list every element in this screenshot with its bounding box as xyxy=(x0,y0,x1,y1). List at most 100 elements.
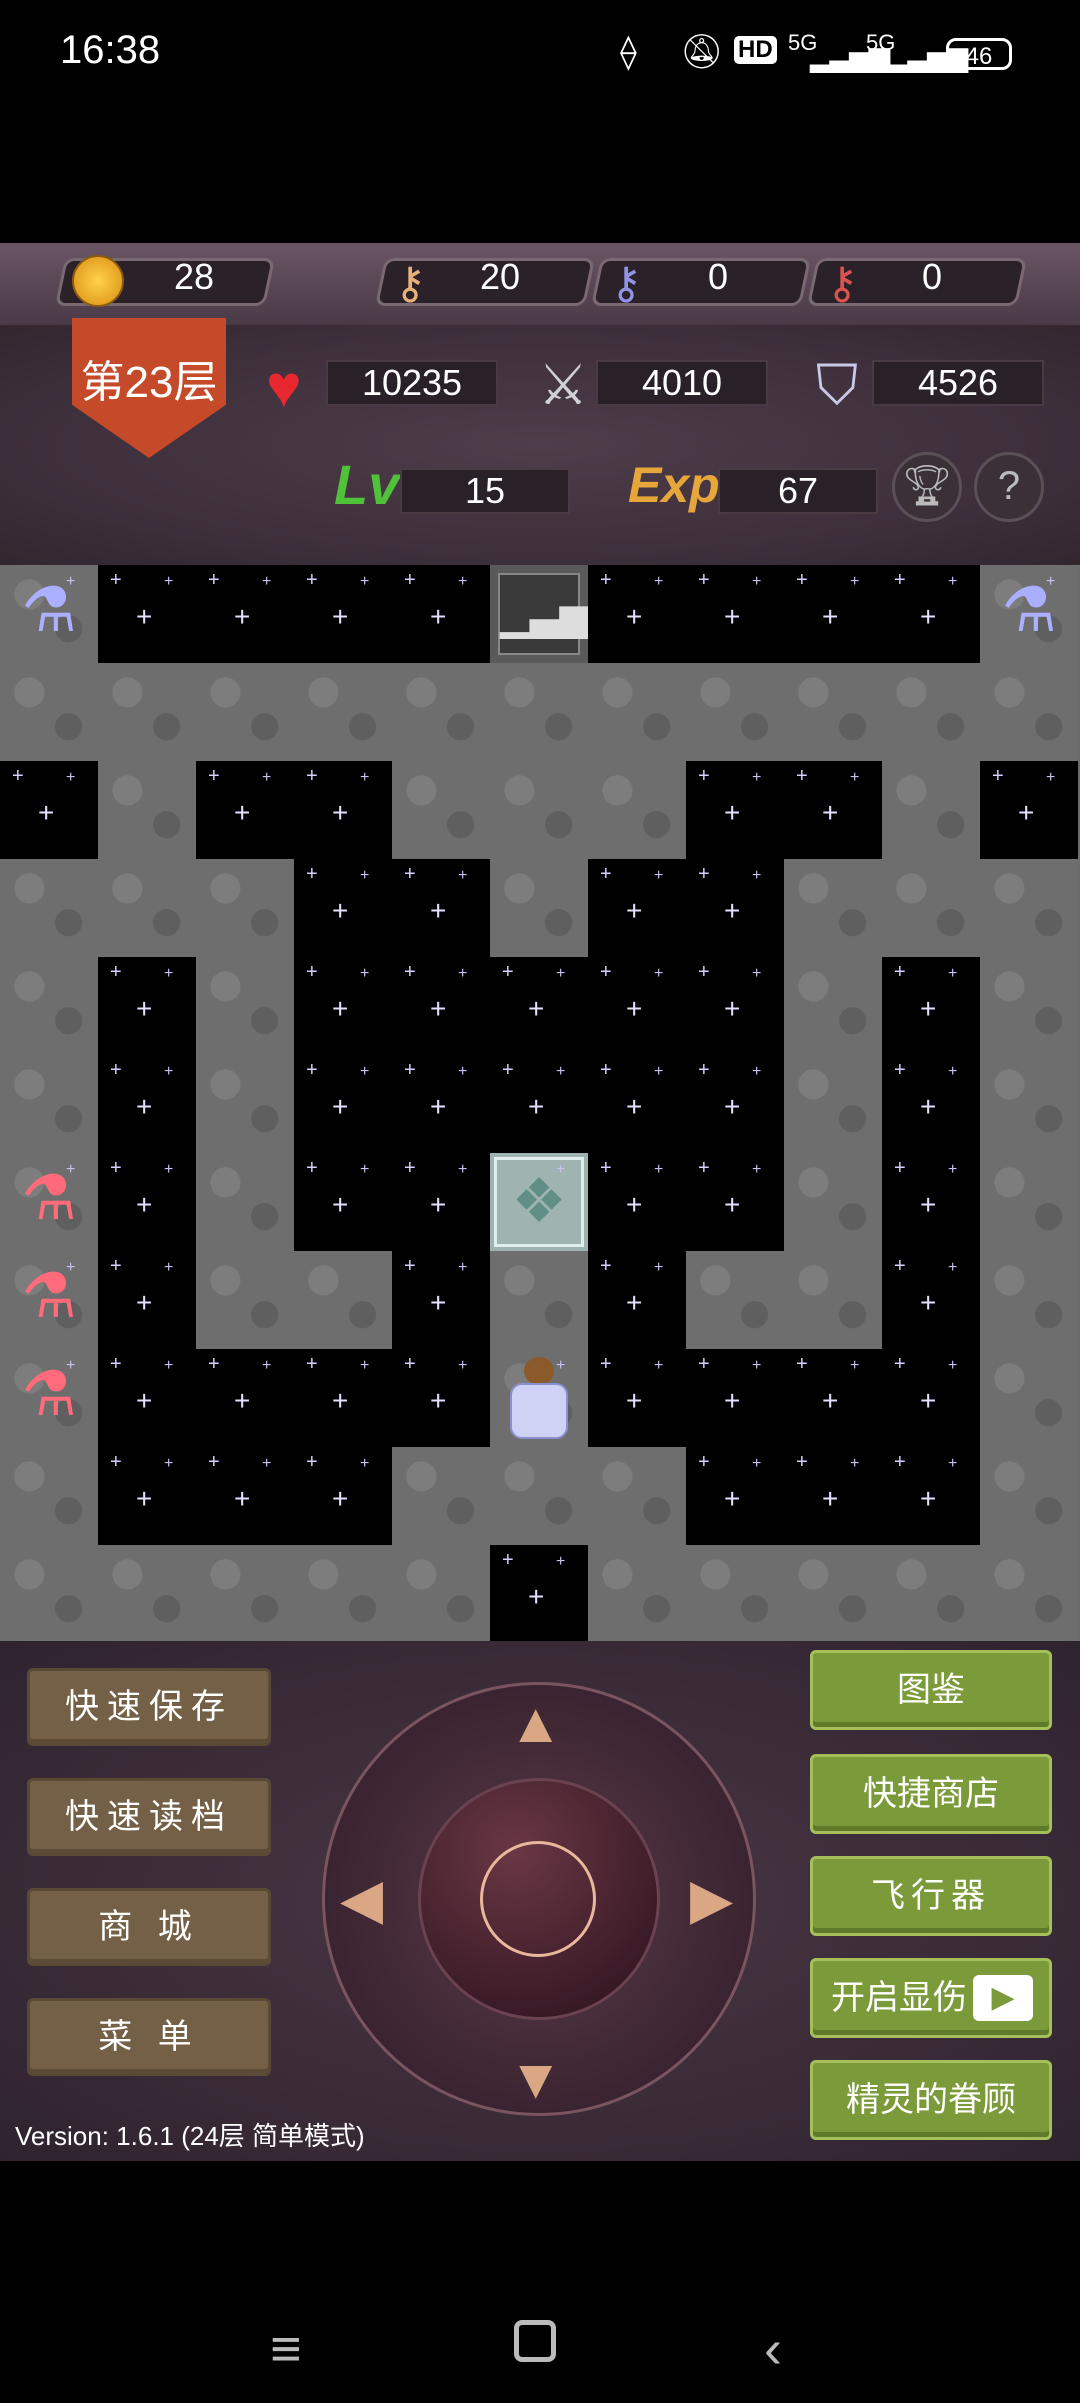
star-icon: + xyxy=(752,573,762,590)
star-icon: + xyxy=(360,867,370,884)
starry-space-tile: + xyxy=(686,1447,784,1545)
level-label: Lv xyxy=(334,453,400,516)
starry-space-tile: + xyxy=(294,859,392,957)
monster-book-button[interactable]: 图鉴 xyxy=(810,1650,1052,1730)
star-icon: + xyxy=(164,573,174,590)
up-arrow-icon[interactable]: ▲ xyxy=(508,1690,563,1755)
star-icon: + xyxy=(556,1553,566,1570)
starry-space-tile: + xyxy=(294,1447,392,1545)
hd-badge: HD xyxy=(734,36,777,64)
right-arrow-icon[interactable]: ▶ xyxy=(690,1866,733,1932)
starry-space-tile: + xyxy=(588,859,686,957)
stone-wall-tile xyxy=(98,663,196,761)
left-arrow-icon[interactable]: ◀ xyxy=(340,1866,383,1932)
starry-space-tile: + xyxy=(784,1349,882,1447)
trophy-button[interactable]: 🏆︎ xyxy=(892,452,962,522)
direction-pad-ring xyxy=(480,1841,596,1957)
stone-wall-tile xyxy=(196,663,294,761)
quick-load-button[interactable]: 快速读档 xyxy=(27,1778,271,1856)
starry-space-tile: + xyxy=(392,957,490,1055)
help-button[interactable]: ? xyxy=(974,452,1044,522)
star-icon: + xyxy=(948,1161,958,1178)
stone-wall-tile xyxy=(196,859,294,957)
stone-wall-tile xyxy=(980,663,1078,761)
home-nav-icon[interactable] xyxy=(514,2320,556,2362)
red-potion-tile: + ⚗ xyxy=(0,1153,98,1251)
star-icon: + xyxy=(262,573,272,590)
red-potion-icon: ⚗ xyxy=(21,1164,77,1233)
stone-wall-tile xyxy=(490,663,588,761)
gate-tile: + ❖ xyxy=(490,1153,588,1251)
gate-icon: ❖ xyxy=(494,1157,584,1247)
stone-wall-tile xyxy=(392,1447,490,1545)
attack-value: 4010 xyxy=(641,362,723,403)
hero-icon xyxy=(504,1357,574,1441)
starry-space-tile: + xyxy=(392,565,490,663)
stone-wall-tile xyxy=(980,957,1078,1055)
blue-key-icon: ⚷ xyxy=(610,259,643,308)
star-icon: + xyxy=(360,1455,370,1472)
stone-wall-tile xyxy=(882,663,980,761)
game-board[interactable]: +⚗+++++▁▃▅▇+++++⚗+++++++++++++++++++++++… xyxy=(0,565,1080,1641)
star-icon: + xyxy=(948,1063,958,1080)
starry-space-tile: + xyxy=(294,761,392,859)
hero-tile: + xyxy=(490,1349,588,1447)
red-key-count: 0 xyxy=(921,256,943,297)
fly-device-button[interactable]: 飞行器 xyxy=(810,1856,1052,1936)
starry-space-tile: + xyxy=(686,565,784,663)
star-icon: + xyxy=(948,965,958,982)
stone-wall-tile xyxy=(392,761,490,859)
shop-button[interactable]: 商 城 xyxy=(27,1888,271,1966)
starry-space-tile: + xyxy=(882,957,980,1055)
starry-space-tile: + xyxy=(392,1349,490,1447)
level-value: 15 xyxy=(464,470,506,511)
star-icon: + xyxy=(752,1357,762,1374)
starry-space-tile: + xyxy=(686,859,784,957)
vibrate-icon: ⟠ xyxy=(620,33,637,71)
starry-space-tile: + xyxy=(686,761,784,859)
stone-wall-tile xyxy=(0,663,98,761)
show-damage-button[interactable]: 开启显伤 ▶ xyxy=(810,1958,1052,2038)
stone-wall-tile xyxy=(294,1545,392,1641)
star-icon: + xyxy=(850,1455,860,1472)
yellow-key-icon: ⚷ xyxy=(394,259,427,308)
stone-wall-tile xyxy=(686,1545,784,1641)
star-icon: + xyxy=(164,1259,174,1276)
quick-save-button[interactable]: 快速保存 xyxy=(27,1668,271,1746)
star-icon: + xyxy=(164,1161,174,1178)
blue-potion-tile: + ⚗ xyxy=(0,565,98,663)
quick-shop-button[interactable]: 快捷商店 xyxy=(810,1754,1052,1834)
spirit-blessing-button[interactable]: 精灵的眷顾 xyxy=(810,2060,1052,2140)
star-icon: + xyxy=(654,1063,664,1080)
stone-wall-tile xyxy=(196,1251,294,1349)
star-icon: + xyxy=(948,1357,958,1374)
stone-wall-tile xyxy=(0,1055,98,1153)
hp-value: 10235 xyxy=(361,362,463,403)
star-icon: + xyxy=(556,1063,566,1080)
down-arrow-icon[interactable]: ▼ xyxy=(508,2046,563,2111)
trophy-icon: 🏆︎ xyxy=(901,464,953,508)
menu-button[interactable]: 菜 单 xyxy=(27,1998,271,2076)
stone-wall-tile xyxy=(980,1545,1078,1641)
starry-space-tile: + xyxy=(294,957,392,1055)
star-icon: + xyxy=(850,769,860,786)
starry-space-tile: + xyxy=(392,1251,490,1349)
stone-wall-tile xyxy=(490,859,588,957)
starry-space-tile: + xyxy=(98,957,196,1055)
back-nav-icon[interactable]: ‹ xyxy=(764,2318,782,2380)
starry-space-tile: + xyxy=(882,1447,980,1545)
star-icon: + xyxy=(752,1063,762,1080)
stone-wall-tile xyxy=(784,957,882,1055)
sword-icon: ⚔ xyxy=(538,353,589,416)
stone-wall-tile xyxy=(0,957,98,1055)
stone-wall-tile xyxy=(588,1545,686,1641)
shield-icon: ⛉ xyxy=(816,353,858,416)
star-icon: + xyxy=(556,965,566,982)
blue-key-count: 0 xyxy=(707,256,729,297)
heart-icon: ♥ xyxy=(266,353,302,420)
menu-nav-icon[interactable]: ≡ xyxy=(270,2318,302,2380)
question-icon: ? xyxy=(997,464,1021,508)
starry-space-tile: + xyxy=(294,1055,392,1153)
starry-space-tile: + xyxy=(392,1153,490,1251)
starry-space-tile: + xyxy=(588,1349,686,1447)
